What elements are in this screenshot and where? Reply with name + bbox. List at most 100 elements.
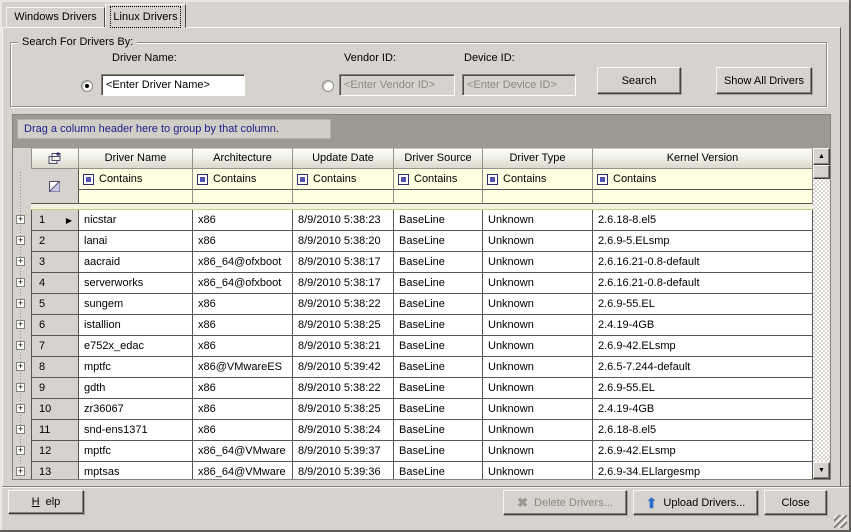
table-row[interactable]: 5sungemx868/9/2010 5:38:22BaseLineUnknow… [31,294,813,315]
row-number-cell[interactable]: 7 [31,336,79,357]
search-by-id-radio[interactable] [322,80,334,92]
filter-cell-date[interactable]: Contains [293,169,394,190]
table-row[interactable]: 9gdthx868/9/2010 5:38:22BaseLineUnknown2… [31,378,813,399]
cell-arch[interactable]: x86_64@ofxboot [193,273,293,294]
column-header-arch[interactable]: Architecture [193,148,293,169]
cell-name[interactable]: mptfc [79,441,193,462]
expand-row-button[interactable]: + [16,278,25,287]
cell-kernel[interactable]: 2.6.18-8.el5 [593,210,813,231]
filter-value-cell-name[interactable] [79,190,193,204]
filter-condition-icon[interactable] [297,174,308,185]
scroll-down-button[interactable]: ▼ [813,462,830,479]
filter-value-cell-type[interactable] [483,190,593,204]
cell-kernel[interactable]: 2.4.19-4GB [593,315,813,336]
cell-arch[interactable]: x86 [193,336,293,357]
vendor-id-input[interactable]: <Enter Vendor ID> [339,74,455,96]
cell-name[interactable]: aacraid [79,252,193,273]
cell-arch[interactable]: x86 [193,420,293,441]
cell-type[interactable]: Unknown [483,231,593,252]
column-header-kernel[interactable]: Kernel Version [593,148,813,169]
cell-arch[interactable]: x86 [193,399,293,420]
cell-kernel[interactable]: 2.6.16.21-0.8-default [593,273,813,294]
show-all-drivers-button[interactable]: Show All Drivers [716,67,812,94]
expand-row-button[interactable]: + [16,383,25,392]
tab-linux-drivers[interactable]: Linux Drivers [105,4,186,28]
table-row[interactable]: 7e752x_edacx868/9/2010 5:38:21BaseLineUn… [31,336,813,357]
cell-name[interactable]: nicstar [79,210,193,231]
cell-arch[interactable]: x86 [193,378,293,399]
cell-type[interactable]: Unknown [483,210,593,231]
row-number-cell[interactable]: 13 [31,462,79,479]
cell-type[interactable]: Unknown [483,315,593,336]
cell-date[interactable]: 8/9/2010 5:38:22 [293,294,394,315]
cell-type[interactable]: Unknown [483,336,593,357]
cell-date[interactable]: 8/9/2010 5:39:36 [293,462,394,479]
row-number-cell[interactable]: 1▶ [31,210,79,231]
filter-value-cell-source[interactable] [394,190,483,204]
help-button[interactable]: Help [8,490,84,514]
grid-corner-cell[interactable] [31,148,79,169]
cell-type[interactable]: Unknown [483,273,593,294]
row-number-cell[interactable]: 12 [31,441,79,462]
cell-name[interactable]: mptfc [79,357,193,378]
group-by-panel[interactable]: Drag a column header here to group by th… [13,115,830,148]
cell-source[interactable]: BaseLine [394,357,483,378]
cell-source[interactable]: BaseLine [394,294,483,315]
column-header-type[interactable]: Driver Type [483,148,593,169]
expand-row-button[interactable]: + [16,404,25,413]
cell-date[interactable]: 8/9/2010 5:38:22 [293,378,394,399]
table-row[interactable]: 1▶nicstarx868/9/2010 5:38:23BaseLineUnkn… [31,210,813,231]
cell-arch[interactable]: x86_64@VMware [193,441,293,462]
filter-condition-icon[interactable] [398,174,409,185]
filter-condition-icon[interactable] [197,174,208,185]
filter-cell-source[interactable]: Contains [394,169,483,190]
filter-condition-icon[interactable] [487,174,498,185]
cell-kernel[interactable]: 2.6.9-55.EL [593,378,813,399]
table-row[interactable]: 6istallionx868/9/2010 5:38:25BaseLineUnk… [31,315,813,336]
cell-kernel[interactable]: 2.6.18-8.el5 [593,420,813,441]
expand-row-button[interactable]: + [16,299,25,308]
filter-condition-icon[interactable] [83,174,94,185]
cell-name[interactable]: snd-ens1371 [79,420,193,441]
row-number-cell[interactable]: 6 [31,315,79,336]
cell-arch[interactable]: x86_64@VMware [193,462,293,479]
filter-value-cell-kernel[interactable] [593,190,813,204]
cell-type[interactable]: Unknown [483,441,593,462]
scrollbar-thumb[interactable] [813,165,830,179]
cell-date[interactable]: 8/9/2010 5:39:37 [293,441,394,462]
cell-name[interactable]: e752x_edac [79,336,193,357]
filter-condition-icon[interactable] [597,174,608,185]
cell-name[interactable]: zr36067 [79,399,193,420]
cell-kernel[interactable]: 2.6.9-34.ELlargesmp [593,462,813,479]
expand-row-button[interactable]: + [16,215,25,224]
table-row[interactable]: 11snd-ens1371x868/9/2010 5:38:24BaseLine… [31,420,813,441]
expand-row-button[interactable]: + [16,341,25,350]
cell-type[interactable]: Unknown [483,420,593,441]
table-row[interactable]: 10zr36067x868/9/2010 5:38:25BaseLineUnkn… [31,399,813,420]
cell-source[interactable]: BaseLine [394,231,483,252]
cell-source[interactable]: BaseLine [394,441,483,462]
row-number-cell[interactable]: 8 [31,357,79,378]
cell-source[interactable]: BaseLine [394,252,483,273]
cell-name[interactable]: mptsas [79,462,193,479]
filter-cell-kernel[interactable]: Contains [593,169,813,190]
cell-arch[interactable]: x86@VMwareES [193,357,293,378]
cell-source[interactable]: BaseLine [394,399,483,420]
cell-source[interactable]: BaseLine [394,420,483,441]
close-button[interactable]: Close [764,490,827,515]
expand-row-button[interactable]: + [16,467,25,476]
tab-windows-drivers[interactable]: Windows Drivers [6,7,105,28]
filter-cell-arch[interactable]: Contains [193,169,293,190]
expand-row-button[interactable]: + [16,320,25,329]
search-by-driver-name-radio[interactable] [81,80,93,92]
row-number-cell[interactable]: 10 [31,399,79,420]
cell-kernel[interactable]: 2.6.9-5.ELsmp [593,231,813,252]
cell-kernel[interactable]: 2.4.19-4GB [593,399,813,420]
resize-grip[interactable] [834,515,847,528]
driver-name-input[interactable]: <Enter Driver Name> [101,74,245,96]
cell-kernel[interactable]: 2.6.16.21-0.8-default [593,252,813,273]
table-row[interactable]: 2lanaix868/9/2010 5:38:20BaseLineUnknown… [31,231,813,252]
cell-arch[interactable]: x86 [193,315,293,336]
row-number-cell[interactable]: 11 [31,420,79,441]
row-number-cell[interactable]: 4 [31,273,79,294]
